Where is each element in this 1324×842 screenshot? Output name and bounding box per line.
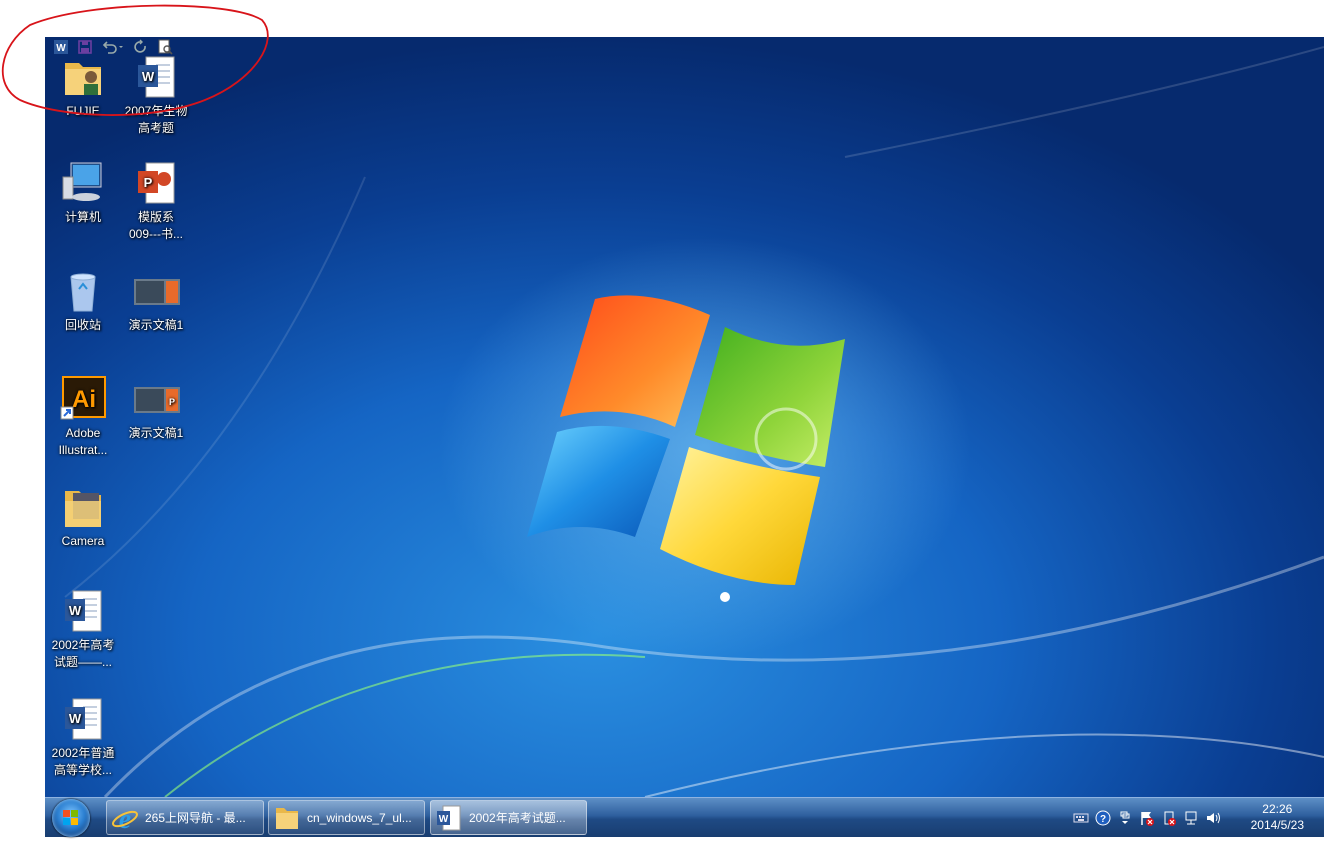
network-icon[interactable] <box>1183 810 1199 826</box>
taskbar-item-explorer[interactable]: cn_windows_7_ul... <box>268 800 425 835</box>
show-hidden-icons-icon[interactable] <box>1117 810 1133 826</box>
clock-date: 2014/5/23 <box>1250 818 1304 832</box>
desktop-icon-ppt-template[interactable]: P 模版系 009---书... <box>118 159 194 243</box>
system-clock[interactable]: 22:26 2014/5/23 <box>1251 801 1304 833</box>
desktop-icon-fujie[interactable]: FUJIE <box>45 53 121 120</box>
quick-access-toolbar: W <box>52 38 174 56</box>
svg-text:W: W <box>56 43 66 54</box>
desktop-icon-word-doc-2002-general[interactable]: W 2002年普通 高等学校... <box>45 695 121 779</box>
word-document-icon: W <box>59 695 107 743</box>
svg-text:P: P <box>169 397 175 407</box>
desktop-icon-label: 2007年生物 高考题 <box>124 104 188 135</box>
desktop-icon-label: 回收站 <box>64 318 101 332</box>
desktop-icon-camera[interactable]: Camera <box>45 483 121 550</box>
computer-icon <box>59 159 107 207</box>
volume-icon[interactable] <box>1205 810 1221 826</box>
word-document-icon: W <box>437 805 461 830</box>
save-icon[interactable] <box>76 38 94 56</box>
action-center-flag-icon[interactable] <box>1139 810 1155 826</box>
start-button[interactable] <box>52 799 90 837</box>
folder-icon <box>276 807 298 829</box>
user-folder-icon <box>59 53 107 101</box>
desktop-icon-label: 演示文稿1 <box>128 318 184 332</box>
svg-text:W: W <box>69 711 82 726</box>
taskbar: e 265上网导航 - 最... cn_windows_7_ul... W 20… <box>45 797 1324 837</box>
svg-text:W: W <box>439 814 449 825</box>
taskbar-item-label: 265上网导航 - 最... <box>145 811 246 825</box>
folder-icon <box>59 483 107 531</box>
svg-text:W: W <box>69 603 82 618</box>
desktop-icon-label: Adobe Illustrat... <box>58 426 108 457</box>
windows-logo-icon <box>63 810 78 825</box>
recycle-bin-icon <box>59 267 107 315</box>
presentation-thumbnail-icon: P <box>132 375 180 423</box>
taskbar-item-label: cn_windows_7_ul... <box>307 810 412 825</box>
undo-icon[interactable] <box>100 38 126 56</box>
desktop-icon-label: 模版系 009---书... <box>128 210 183 241</box>
taskbar-item-browser[interactable]: e 265上网导航 - 最... <box>106 800 264 835</box>
desktop-icon-computer[interactable]: 计算机 <box>45 159 121 226</box>
system-tray: ? <box>1070 798 1224 837</box>
adobe-illustrator-icon: Ai <box>59 375 107 423</box>
word-document-icon: W <box>132 53 180 101</box>
desktop-icon-label: 演示文稿1 <box>128 426 184 440</box>
desktop[interactable]: FUJIE W 2007年生物 高考题 计算机 P 模版系 009---书...… <box>45 37 1324 799</box>
presentation-thumbnail-icon <box>132 267 180 315</box>
print-preview-icon[interactable] <box>156 38 174 56</box>
desktop-icon-presentation-1[interactable]: 演示文稿1 <box>118 267 194 334</box>
internet-explorer-icon: e <box>112 804 138 832</box>
taskbar-item-word[interactable]: W 2002年高考试题... <box>430 800 587 835</box>
powerpoint-document-icon: P <box>132 159 180 207</box>
svg-text:Ai: Ai <box>72 386 96 413</box>
help-icon[interactable]: ? <box>1095 810 1111 826</box>
svg-text:W: W <box>142 69 155 84</box>
keyboard-icon[interactable] <box>1073 810 1089 826</box>
taskbar-item-label: 2002年高考试题... <box>469 811 566 825</box>
desktop-icon-adobe-illustrator[interactable]: Ai Adobe Illustrat... <box>45 375 121 459</box>
desktop-icon-label: 2002年高考 试题——... <box>51 638 115 669</box>
desktop-icon-word-doc-2007[interactable]: W 2007年生物 高考题 <box>118 53 194 137</box>
svg-text:P: P <box>144 175 153 190</box>
word-app-icon[interactable]: W <box>52 38 70 56</box>
desktop-icon-word-doc-2002-exam[interactable]: W 2002年高考 试题——... <box>45 587 121 671</box>
removable-device-icon[interactable] <box>1161 810 1177 826</box>
svg-text:?: ? <box>1100 814 1106 825</box>
desktop-icon-label: 2002年普通 高等学校... <box>51 746 115 777</box>
svg-text:e: e <box>119 804 131 832</box>
redo-icon[interactable] <box>132 38 150 56</box>
desktop-icon-label: Camera <box>61 534 105 548</box>
desktop-icon-label: 计算机 <box>64 210 101 224</box>
clock-time: 22:26 <box>1262 802 1293 816</box>
desktop-icon-presentation-1-ppt[interactable]: P 演示文稿1 <box>118 375 194 442</box>
desktop-icon-label: FUJIE <box>66 104 100 118</box>
windows-wallpaper <box>64 46 1324 799</box>
desktop-icon-recycle-bin[interactable]: 回收站 <box>45 267 121 334</box>
word-document-icon: W <box>59 587 107 635</box>
